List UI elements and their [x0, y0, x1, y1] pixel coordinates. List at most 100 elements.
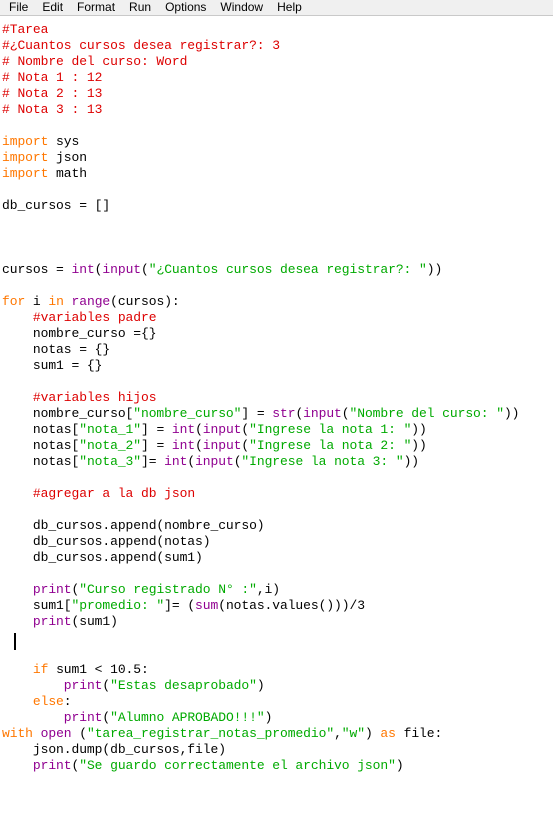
code-line[interactable]: # Nota 1 : 12: [2, 70, 553, 86]
token-bi: input: [202, 438, 242, 453]
token-bi: open: [40, 726, 72, 741]
token-pln: ] =: [241, 406, 273, 421]
code-line[interactable]: #variables hijos: [2, 390, 553, 406]
token-pln: (: [102, 678, 111, 693]
token-bi: range: [71, 294, 111, 309]
token-bi: str: [272, 406, 296, 421]
code-line[interactable]: [2, 502, 553, 518]
code-line[interactable]: else:: [2, 694, 553, 710]
token-pln: )): [411, 422, 427, 437]
code-line[interactable]: db_cursos = []: [2, 198, 553, 214]
source-code[interactable]: #Tarea #¿Cuantos cursos desea registrar?:…: [0, 22, 553, 774]
menu-item-options[interactable]: Options: [158, 0, 213, 15]
code-line[interactable]: #Tarea: [2, 22, 553, 38]
token-pln: ] =: [141, 438, 172, 453]
code-line[interactable]: db_cursos.append(nombre_curso): [2, 518, 553, 534]
token-pln: ): [364, 726, 381, 741]
code-line[interactable]: print("Estas desaprobado"): [2, 678, 553, 694]
code-line[interactable]: #¿Cuantos cursos desea registrar?: 3: [2, 38, 553, 54]
token-pln: :: [63, 694, 72, 709]
code-line[interactable]: print("Curso registrado N° :",i): [2, 582, 553, 598]
code-line[interactable]: sum1 = {}: [2, 358, 553, 374]
code-line[interactable]: notas = {}: [2, 342, 553, 358]
token-pln: (: [195, 438, 203, 453]
menu-item-format[interactable]: Format: [70, 0, 122, 15]
code-line[interactable]: print("Alumno APROBADO!!!"): [2, 710, 553, 726]
token-str: "tarea_registrar_notas_promedio": [86, 726, 335, 741]
code-line[interactable]: [2, 646, 553, 662]
token-cmt: # Nota 3 : 13: [2, 102, 103, 117]
token-pln: math: [48, 166, 87, 181]
code-line[interactable]: db_cursos.append(sum1): [2, 550, 553, 566]
token-pln: ]=: [141, 454, 165, 469]
token-pln: db_cursos = []: [2, 198, 111, 213]
code-line[interactable]: #variables padre: [2, 310, 553, 326]
code-line[interactable]: notas["nota_2"] = int(input("Ingrese la …: [2, 438, 553, 454]
code-line[interactable]: notas["nota_3"]= int(input("Ingrese la n…: [2, 454, 553, 470]
token-pln: nombre_curso[: [2, 406, 134, 421]
code-line[interactable]: [2, 566, 553, 582]
menu-item-run[interactable]: Run: [122, 0, 158, 15]
menu-item-help[interactable]: Help: [270, 0, 309, 15]
token-pln: (: [241, 438, 250, 453]
code-line[interactable]: # Nota 3 : 13: [2, 102, 553, 118]
code-line[interactable]: nombre_curso ={}: [2, 326, 553, 342]
code-editor-area[interactable]: #Tarea #¿Cuantos cursos desea registrar?:…: [0, 16, 553, 830]
code-line[interactable]: notas["nota_1"] = int(input("Ingrese la …: [2, 422, 553, 438]
code-line[interactable]: import sys: [2, 134, 553, 150]
token-str: "Ingrese la nota 2: ": [249, 438, 412, 453]
code-line[interactable]: [2, 278, 553, 294]
token-pln: [2, 614, 33, 629]
code-line[interactable]: #agregar a la db json: [2, 486, 553, 502]
menu-item-file[interactable]: File: [2, 0, 35, 15]
token-str: "Alumno APROBADO!!!": [110, 710, 265, 725]
code-line[interactable]: cursos = int(input("¿Cuantos cursos dese…: [2, 262, 553, 278]
code-line[interactable]: [2, 214, 553, 230]
token-cmt: #variables padre: [32, 310, 157, 325]
token-pln: [33, 726, 41, 741]
code-line[interactable]: # Nota 2 : 13: [2, 86, 553, 102]
token-pln: [2, 662, 33, 677]
code-line[interactable]: [2, 374, 553, 390]
token-pln: ] =: [141, 422, 172, 437]
code-line[interactable]: [2, 630, 553, 646]
token-str: "w": [341, 726, 365, 741]
code-line[interactable]: print("Se guardo correctamente el archiv…: [2, 758, 553, 774]
token-kw: if: [32, 662, 49, 677]
token-str: "Estas desaprobado": [110, 678, 257, 693]
token-pln: [2, 694, 33, 709]
token-kw: for: [2, 294, 26, 309]
code-line[interactable]: [2, 118, 553, 134]
token-cmt: #agregar a la db json: [32, 486, 196, 501]
token-str: "nombre_curso": [133, 406, 242, 421]
token-bi: int: [164, 454, 188, 469]
token-pln: [2, 390, 33, 405]
code-line[interactable]: [2, 470, 553, 486]
token-str: "Se guardo correctamente el archivo json…: [79, 758, 396, 773]
token-pln: [2, 710, 64, 725]
token-pln: [2, 486, 33, 501]
code-line[interactable]: print(sum1): [2, 614, 553, 630]
code-line[interactable]: nombre_curso["nombre_curso"] = str(input…: [2, 406, 553, 422]
code-line[interactable]: [2, 182, 553, 198]
token-cmt: # Nombre del curso: Word: [2, 54, 188, 69]
token-str: "Nombre del curso: ": [349, 406, 505, 421]
code-line[interactable]: import json: [2, 150, 553, 166]
code-line[interactable]: for i in range(cursos):: [2, 294, 553, 310]
token-pln: (sum1): [71, 614, 118, 629]
code-line[interactable]: if sum1 < 10.5:: [2, 662, 553, 678]
token-pln: (: [195, 422, 203, 437]
menu-item-edit[interactable]: Edit: [35, 0, 70, 15]
code-line[interactable]: with open ("tarea_registrar_notas_promed…: [2, 726, 553, 742]
code-line[interactable]: db_cursos.append(notas): [2, 534, 553, 550]
code-line[interactable]: json.dump(db_cursos,file): [2, 742, 553, 758]
code-line[interactable]: [2, 230, 553, 246]
code-line[interactable]: import math: [2, 166, 553, 182]
token-cmt: # Nota 2 : 13: [2, 86, 103, 101]
code-line[interactable]: # Nombre del curso: Word: [2, 54, 553, 70]
token-pln: sys: [48, 134, 80, 149]
token-pln: (: [241, 422, 250, 437]
menu-item-window[interactable]: Window: [213, 0, 270, 15]
code-line[interactable]: [2, 246, 553, 262]
code-line[interactable]: sum1["promedio: "]= (sum(notas.values())…: [2, 598, 553, 614]
